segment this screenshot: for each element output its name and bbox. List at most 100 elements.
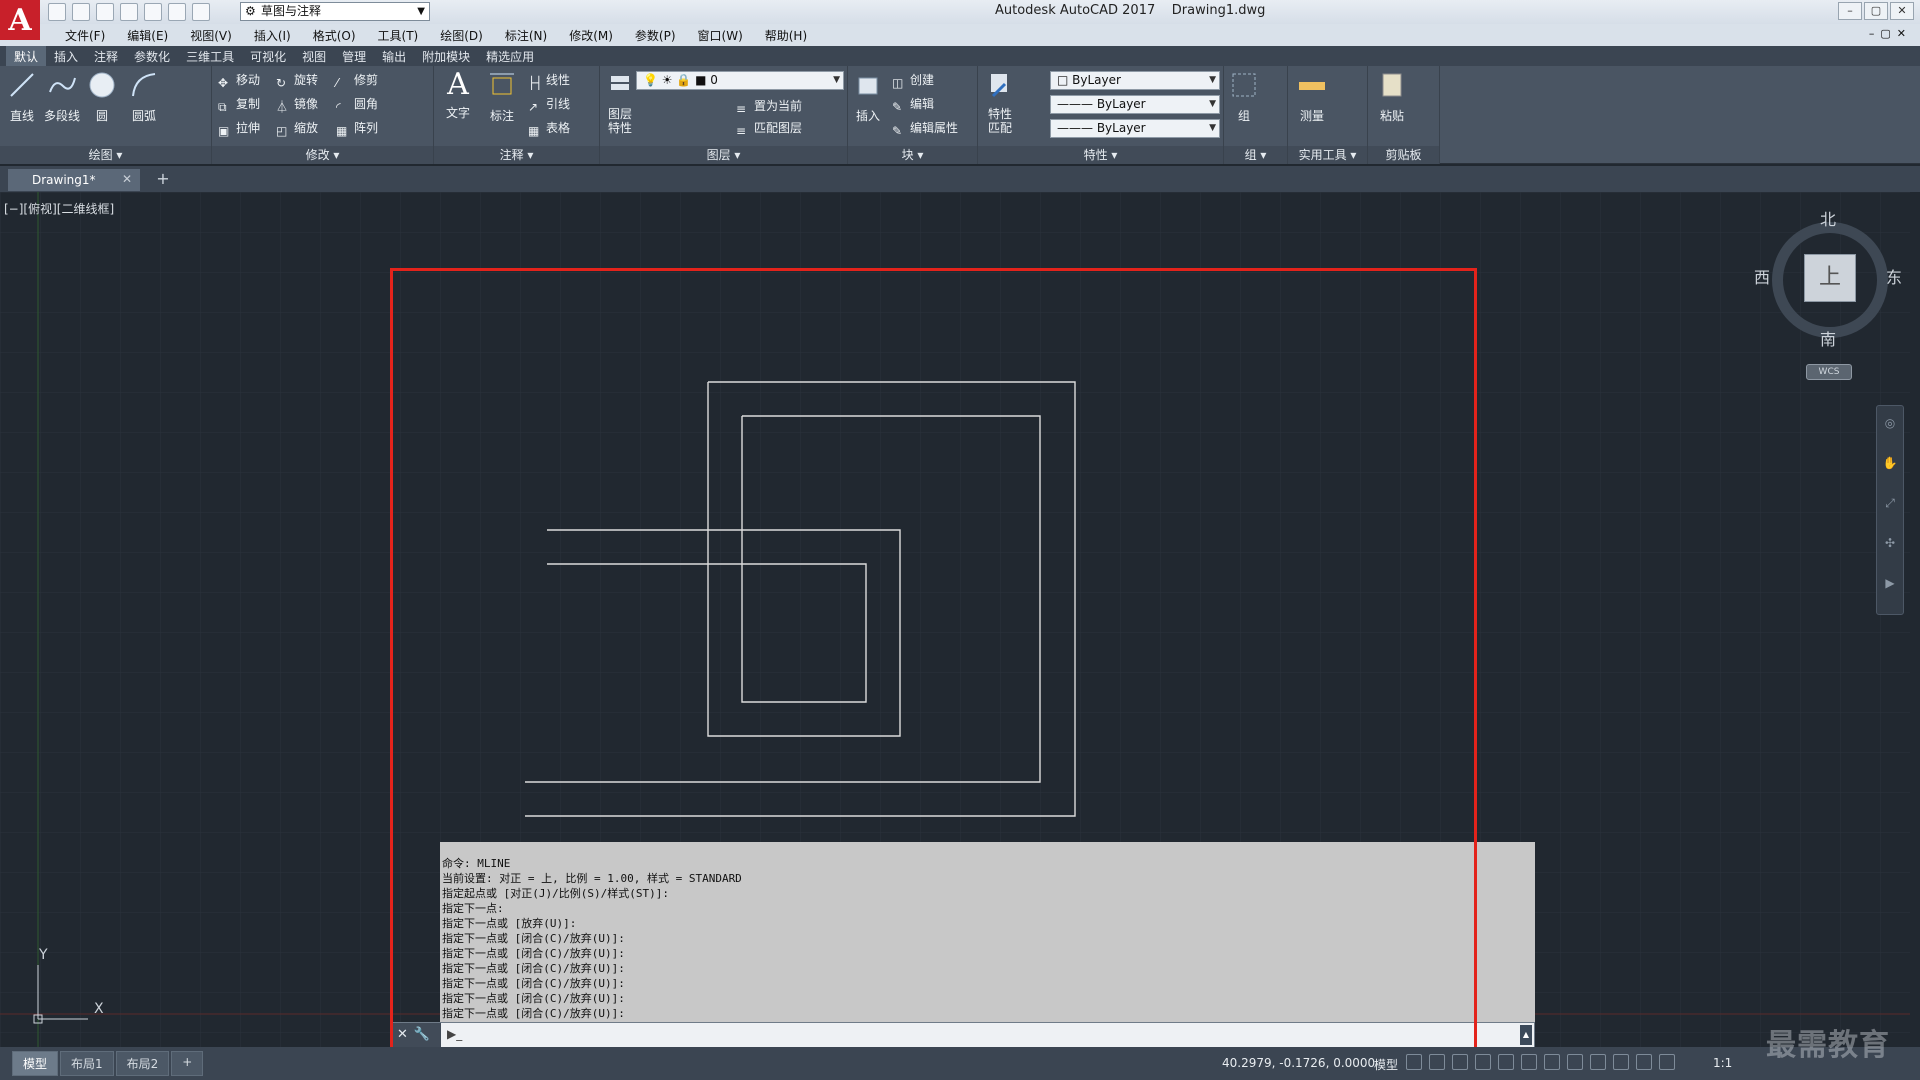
wcs-menu[interactable]: WCS: [1806, 364, 1852, 380]
table-button[interactable]: ▦ 表格: [526, 118, 570, 138]
copy-button[interactable]: ⧉ 复制: [216, 94, 260, 114]
compass-north[interactable]: 北: [1820, 206, 1836, 230]
menu-item[interactable]: 窗口(W): [687, 27, 754, 44]
close-button[interactable]: ✕: [1890, 2, 1914, 20]
showmotion-icon[interactable]: ▶: [1877, 576, 1903, 606]
block-panel-title[interactable]: 块 ▾: [848, 146, 977, 164]
layer-properties-button[interactable]: 图层 特性: [600, 70, 640, 135]
ribbon-tab[interactable]: 三维工具: [178, 46, 242, 66]
match-properties-button[interactable]: 特性 匹配: [980, 70, 1020, 135]
compass-west[interactable]: 西: [1754, 264, 1770, 288]
pan-icon[interactable]: ✋: [1877, 456, 1903, 496]
layers-panel-title[interactable]: 图层 ▾: [600, 146, 847, 164]
modify-panel-title[interactable]: 修改 ▾: [212, 146, 433, 164]
menu-item[interactable]: 参数(P): [624, 27, 687, 44]
ribbon-tab[interactable]: 注释: [86, 46, 126, 66]
selection-cycling-icon[interactable]: [1613, 1054, 1629, 1070]
dimension-button[interactable]: 标注: [482, 70, 522, 124]
wrench-icon[interactable]: 🔧: [414, 1027, 436, 1042]
scale-button[interactable]: ◰ 缩放: [274, 118, 318, 138]
edit-block-button[interactable]: ✎ 编辑: [890, 94, 934, 114]
ortho-icon[interactable]: [1452, 1054, 1468, 1070]
plot-icon[interactable]: [144, 3, 162, 21]
ribbon-tab[interactable]: 附加模块: [414, 46, 478, 66]
command-history-toggle[interactable]: ▲: [1520, 1025, 1532, 1045]
menu-item[interactable]: 标注(N): [494, 27, 558, 44]
trim-button[interactable]: ⁄ 修剪: [334, 70, 378, 90]
ribbon-tab[interactable]: 输出: [374, 46, 414, 66]
edit-attributes-button[interactable]: ✎ 编辑属性: [890, 118, 958, 138]
new-icon[interactable]: [48, 3, 66, 21]
steering-wheel-icon[interactable]: ◎: [1877, 416, 1903, 456]
move-button[interactable]: ✥ 移动: [216, 70, 260, 90]
viewcube[interactable]: 上 北 南 东 西: [1754, 210, 1902, 349]
snap-icon[interactable]: [1429, 1054, 1445, 1070]
layout-tab[interactable]: 布局2: [115, 1051, 170, 1076]
lineweight-icon[interactable]: [1567, 1054, 1583, 1070]
linetype-dropdown[interactable]: ——— ByLayer ▼: [1050, 95, 1220, 114]
text-button[interactable]: A 文字: [438, 70, 478, 121]
save-as-icon[interactable]: [120, 3, 138, 21]
close-icon[interactable]: ✕: [122, 172, 132, 186]
redo-icon[interactable]: [192, 3, 210, 21]
model-space-toggle[interactable]: 模型: [1374, 1056, 1398, 1073]
layout-tab[interactable]: 模型: [12, 1051, 59, 1076]
menu-item[interactable]: 插入(I): [243, 27, 302, 44]
ribbon-tab[interactable]: 管理: [334, 46, 374, 66]
annotation-visibility-icon[interactable]: [1636, 1054, 1652, 1070]
layer-dropdown[interactable]: 💡 ☀ 🔒 ■ 0 ▼: [636, 71, 844, 90]
line-button[interactable]: 直线: [2, 70, 42, 124]
workspace-dropdown[interactable]: ⚙ 草图与注释 ▼: [240, 2, 430, 21]
menu-item[interactable]: 帮助(H): [754, 27, 818, 44]
match-layer-button[interactable]: ≡ 匹配图层: [734, 118, 802, 138]
undo-icon[interactable]: [168, 3, 186, 21]
cursor-coordinates[interactable]: 40.2979, -0.1726, 0.0000: [1222, 1056, 1375, 1070]
navigation-bar[interactable]: ◎ ✋ ⤢ ✣ ▶: [1876, 405, 1904, 615]
compass-east[interactable]: 东: [1886, 264, 1902, 288]
menu-item[interactable]: 修改(M): [558, 27, 624, 44]
close-icon[interactable]: ✕: [397, 1027, 414, 1042]
lineweight-dropdown[interactable]: ——— ByLayer ▼: [1050, 119, 1220, 138]
command-prompt-icon[interactable]: ▶_: [447, 1027, 462, 1041]
measure-button[interactable]: 测量: [1292, 70, 1332, 124]
orbit-icon[interactable]: ✣: [1877, 536, 1903, 576]
groups-panel-title[interactable]: 组 ▾: [1224, 146, 1287, 164]
ribbon-tab[interactable]: 参数化: [126, 46, 178, 66]
ribbon-tab[interactable]: 视图: [294, 46, 334, 66]
menu-item[interactable]: 视图(V): [179, 27, 243, 44]
menu-item[interactable]: 文件(F): [54, 27, 116, 44]
stretch-button[interactable]: ▣ 拉伸: [216, 118, 260, 138]
save-icon[interactable]: [96, 3, 114, 21]
create-block-button[interactable]: ◫ 创建: [890, 70, 934, 90]
zoom-extents-icon[interactable]: ⤢: [1877, 496, 1903, 536]
menu-item[interactable]: 格式(O): [302, 27, 367, 44]
rotate-button[interactable]: ↻ 旋转: [274, 70, 318, 90]
polar-icon[interactable]: [1475, 1054, 1491, 1070]
annotation-panel-title[interactable]: 注释 ▾: [434, 146, 599, 164]
grid-icon[interactable]: [1406, 1054, 1422, 1070]
auto-scale-icon[interactable]: [1659, 1054, 1675, 1070]
draw-panel-title[interactable]: 绘图 ▾: [0, 146, 211, 164]
ribbon-tab[interactable]: 插入: [46, 46, 86, 66]
linear-button[interactable]: ├┤ 线性: [526, 70, 570, 90]
document-window-controls[interactable]: –▢✕: [1869, 27, 1912, 40]
fillet-button[interactable]: ◜ 圆角: [334, 94, 378, 114]
open-icon[interactable]: [72, 3, 90, 21]
color-dropdown[interactable]: □ ByLayer ▼: [1050, 71, 1220, 90]
circle-button[interactable]: 圆: [82, 70, 122, 124]
utilities-panel-title[interactable]: 实用工具 ▾: [1288, 146, 1367, 164]
polyline-button[interactable]: 多段线: [42, 70, 82, 124]
maximize-button[interactable]: ▢: [1864, 2, 1888, 20]
menu-item[interactable]: 编辑(E): [116, 27, 179, 44]
compass-south[interactable]: 南: [1820, 326, 1836, 350]
arc-button[interactable]: 圆弧: [124, 70, 164, 124]
minimize-button[interactable]: –: [1838, 2, 1862, 20]
add-layout-button[interactable]: +: [171, 1051, 204, 1076]
transparency-icon[interactable]: [1590, 1054, 1606, 1070]
viewport-controls-label[interactable]: [−][俯视][二维线框]: [4, 200, 114, 217]
insert-block-button[interactable]: 插入: [848, 70, 888, 124]
properties-panel-title[interactable]: 特性 ▾: [978, 146, 1223, 164]
viewcube-top-face[interactable]: 上: [1804, 254, 1856, 302]
array-button[interactable]: ▦ 阵列: [334, 118, 378, 138]
annotation-scale[interactable]: 1:1: [1713, 1056, 1732, 1070]
